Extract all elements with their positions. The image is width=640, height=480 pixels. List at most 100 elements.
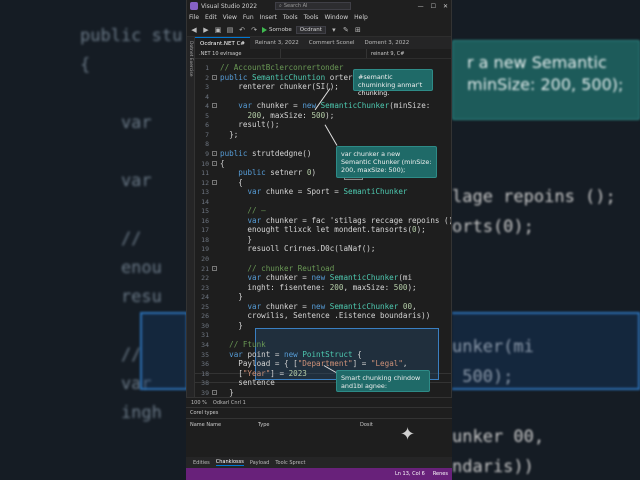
code-line[interactable]: 19 resuoll Crirnes.D0c(laNaf(); <box>195 244 451 254</box>
code-line[interactable]: 13 var chunke = Sport = SemantiChunker <box>195 187 451 197</box>
issues-indicator[interactable]: Odkarl Cnrl 1 <box>213 400 246 406</box>
code-line[interactable]: 26 crowilis, Sentence .Eistence boundari… <box>195 311 451 321</box>
line-number: 24 <box>201 293 209 302</box>
code-line[interactable]: 20 <box>195 254 451 264</box>
menu-file[interactable]: File <box>189 14 199 21</box>
code-line[interactable]: 34 // Ftunk <box>195 339 451 350</box>
cursor-position[interactable]: Ln 13, Col 6 <box>395 471 425 477</box>
column-name[interactable]: Name Name <box>190 422 258 428</box>
code-text: { <box>220 177 243 187</box>
code-text: // Ftunk <box>220 339 266 349</box>
code-line[interactable]: 7 }; <box>195 129 451 140</box>
fold-toggle-icon[interactable]: - <box>212 179 217 185</box>
column-type[interactable]: Type <box>258 422 360 428</box>
background-selection-right <box>452 312 640 390</box>
fold-toggle-icon[interactable]: - <box>212 103 217 109</box>
line-number: 10 <box>201 159 209 168</box>
background-code-line <box>80 196 182 225</box>
line-number: 8 <box>205 140 209 149</box>
brush-icon[interactable]: ✎ <box>342 26 350 34</box>
line-number: 2 <box>205 73 209 82</box>
bottom-tab-edities[interactable]: Edities <box>193 460 210 466</box>
code-text: ["Year"] = 2023 <box>220 368 307 378</box>
code-line[interactable]: 12- { <box>195 177 451 188</box>
code-line[interactable]: 25 var chunker = new SemanticChunker 00, <box>195 302 451 312</box>
line-number: 13 <box>201 188 209 197</box>
save-all-icon[interactable]: ▤ <box>226 26 234 34</box>
code-line[interactable]: 24 } <box>195 292 451 302</box>
code-text: }; <box>220 129 239 139</box>
code-line[interactable]: 4- var chunker = new SemanticChunker(min… <box>195 101 451 111</box>
forward-icon[interactable]: ▶ <box>202 26 210 34</box>
nav-member-dropdown[interactable]: reinant 9, C# <box>367 49 451 58</box>
search-box[interactable]: ⌕ Search AI <box>275 2 351 10</box>
background-code-line: var <box>80 113 152 133</box>
code-line[interactable]: 22 var chunker = new SemanticChunker(mi <box>195 273 451 283</box>
code-line[interactable]: 31 <box>195 330 451 340</box>
menu-tools-2[interactable]: Tools <box>304 14 319 21</box>
menu-tools[interactable]: Tools <box>283 14 298 21</box>
configuration-dropdown[interactable]: Ocdrant <box>295 25 326 34</box>
tab-ocdrant[interactable]: Ocdrant.NET C# <box>195 37 251 49</box>
minimize-button[interactable]: — <box>418 3 424 10</box>
code-text: } <box>220 387 234 397</box>
branch-name[interactable]: Renes <box>433 471 448 477</box>
code-line[interactable]: 23 inght: fisentene: 200, maxSize: 500); <box>195 283 451 293</box>
side-strip-label[interactable]: Dotnet Exercise <box>188 41 193 77</box>
run-button[interactable]: Sornobe <box>262 26 292 33</box>
line-number: 21 <box>201 264 209 273</box>
menu-edit[interactable]: Edit <box>205 14 217 21</box>
bottom-tab-toolc[interactable]: Toolc Sprect <box>275 460 305 466</box>
fold-toggle-icon[interactable]: - <box>212 74 217 80</box>
menu-window[interactable]: Window <box>324 14 348 21</box>
code-line[interactable]: 21- // chunker Reutload <box>195 264 451 274</box>
code-line[interactable]: 35 var point = new PointStruct { <box>195 350 451 360</box>
line-number: 23 <box>201 283 209 292</box>
nav-project-dropdown[interactable]: .NET 10 evlrsage <box>195 49 281 58</box>
line-number: 19 <box>201 245 209 254</box>
code-line[interactable]: 15 // — <box>195 206 451 216</box>
bottom-tab-payload[interactable]: Payload <box>250 460 270 466</box>
code-line[interactable]: 5 200, maxSize: 500); <box>195 110 451 121</box>
line-number: 30 <box>201 321 209 330</box>
save-icon[interactable]: ▣ <box>214 26 222 34</box>
redo-icon[interactable]: ↷ <box>250 26 258 34</box>
tab-reinant[interactable]: Reinant 3, 2022 <box>250 37 304 49</box>
chevron-down-icon[interactable]: ▾ <box>330 26 338 34</box>
status-bar: Ln 13, Col 6 Renes <box>186 468 452 480</box>
bottom-tab-chankiosss[interactable]: Chankiosss <box>215 459 244 466</box>
callout-smart-chunking: Smart chunking chindow and1bl agnee: <box>336 370 430 392</box>
back-icon[interactable]: ◀ <box>190 26 198 34</box>
menu-fun[interactable]: Fun <box>243 14 254 21</box>
grid-icon[interactable]: ⊞ <box>354 26 362 34</box>
undo-icon[interactable]: ↶ <box>238 26 246 34</box>
code-line[interactable]: 30 } <box>195 321 451 331</box>
line-number: 38 <box>201 379 209 388</box>
nav-type-dropdown[interactable] <box>281 49 367 58</box>
status-right: Ln 13, Col 6 Renes <box>395 471 448 477</box>
code-line[interactable]: 18 } <box>195 235 451 245</box>
zoom-level[interactable]: 100 % <box>191 400 207 406</box>
code-text: renterer chunker(SI(); <box>220 82 339 92</box>
code-line[interactable]: 14 <box>195 197 451 207</box>
background-code-line <box>80 80 182 109</box>
menu-help[interactable]: Help <box>354 14 368 21</box>
code-line[interactable]: 17 enought tlixck let mondent.tansorts(0… <box>195 225 451 235</box>
code-text: 200, maxSize: 500); <box>247 110 335 120</box>
fold-toggle-icon[interactable]: - <box>212 265 217 271</box>
fold-toggle-icon[interactable]: - <box>212 150 217 156</box>
callout-semantic-chunking: #semantic chuminking anmar't chunking. <box>353 69 433 97</box>
close-button[interactable]: ✕ <box>443 3 448 10</box>
line-number: 16 <box>201 216 209 225</box>
menu-view[interactable]: View <box>223 14 237 21</box>
bottom-tabs: Edities Chankiosss Payload Toolc Sprect <box>186 457 452 468</box>
maximize-button[interactable]: ☐ <box>431 3 436 10</box>
fold-toggle-icon[interactable]: - <box>212 160 217 166</box>
code-editor[interactable]: 1// AccountBclerconrertonder 2- public Sem… <box>195 59 451 397</box>
fold-toggle-icon[interactable]: - <box>212 389 217 395</box>
code-line[interactable]: 16 var chunker = fac 'stilags reccage re… <box>195 216 451 226</box>
tab-doment[interactable]: Doment 3, 2022 <box>360 37 415 49</box>
code-line[interactable]: 6 result(); <box>195 120 451 130</box>
tab-commert[interactable]: Commert Sconel <box>304 37 360 49</box>
menu-insert[interactable]: Insert <box>260 14 277 21</box>
